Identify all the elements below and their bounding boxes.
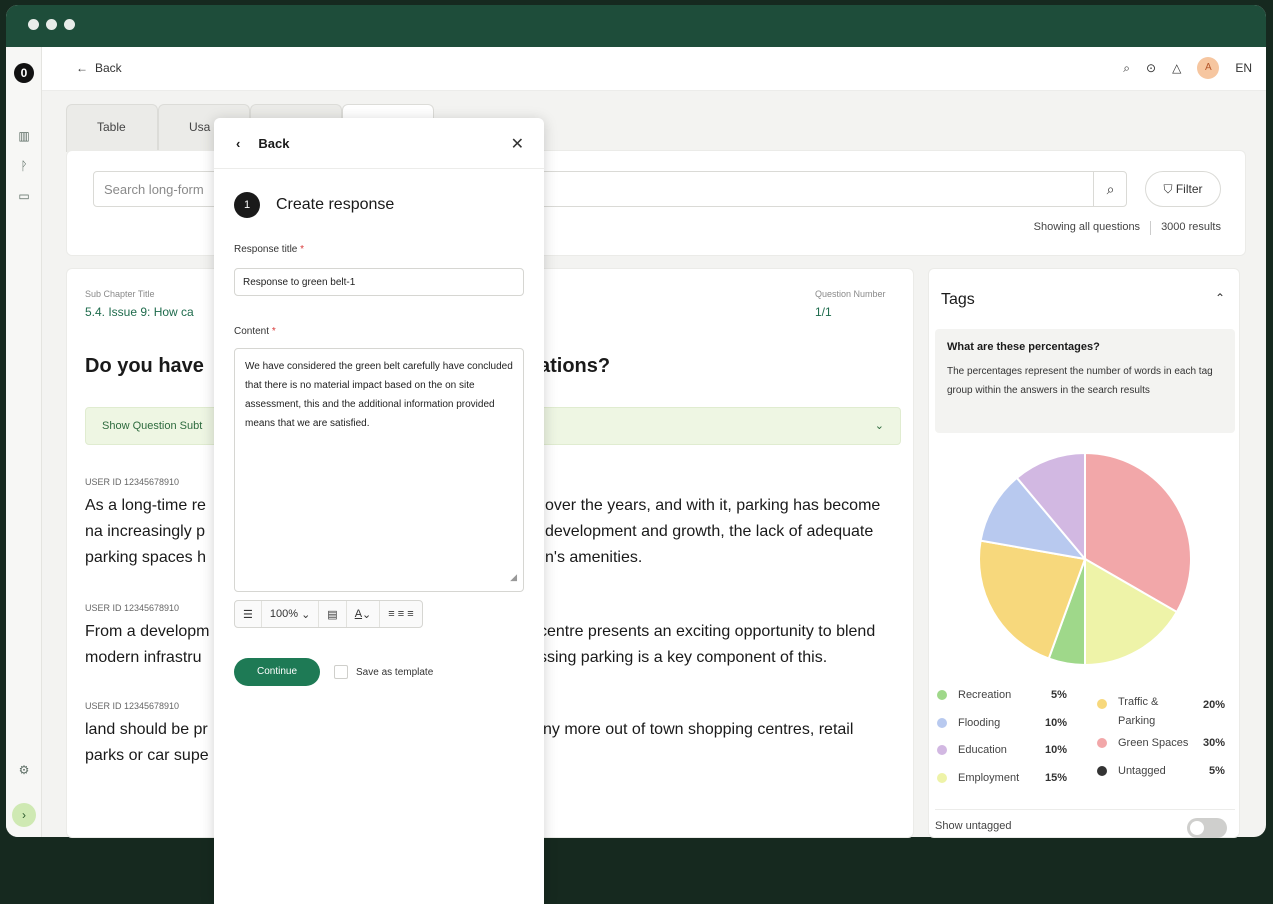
tags-panel: Tags ⌃ What are these percentages? The p… — [928, 268, 1240, 838]
question-heading: Do you have — [85, 355, 204, 377]
response-text-right: centre presents an exciting opportunity … — [539, 623, 876, 666]
language-selector[interactable]: EN — [1235, 61, 1252, 75]
response-text: As a long-time re na increasingly p park… — [85, 497, 206, 566]
save-template-checkbox[interactable] — [334, 665, 348, 679]
legend-employment-pct: 15% — [1045, 772, 1068, 784]
window-maximize-dot[interactable] — [64, 19, 75, 30]
response-text: From a developm modern infrastru — [85, 623, 210, 666]
legend-untagged-pct: 5% — [1209, 765, 1225, 777]
drawer-back-button[interactable]: ‹ Back — [236, 136, 289, 151]
response-user-id: USER ID 12345678910 — [85, 701, 180, 711]
text-format-toolbar: ☰ 100% ⌄ ▤ A ⌄ ≡ ≡ ≡ — [234, 600, 423, 628]
content-label: Content * — [234, 326, 276, 337]
help-icon[interactable]: ⊙ — [1146, 61, 1156, 75]
calendar-icon[interactable]: ▭ — [17, 189, 31, 203]
question-number-label: Question Number — [815, 289, 886, 299]
expand-rail-icon[interactable]: › — [12, 803, 36, 827]
title-bar — [6, 5, 1266, 47]
tab-table[interactable]: Table — [66, 104, 158, 152]
resize-handle-icon[interactable]: ◢ — [510, 568, 517, 587]
legend-traffic-parking: Traffic & Parking — [1097, 693, 1187, 731]
continue-button[interactable]: Continue — [234, 658, 320, 686]
percentages-info: What are these percentages? The percenta… — [935, 329, 1235, 433]
question-number: 1/1 — [815, 305, 832, 319]
legend-education-pct: 10% — [1045, 744, 1068, 756]
zoom-select[interactable]: 100% ⌄ — [262, 601, 320, 627]
results-summary: Showing all questions 3000 results — [1033, 221, 1221, 235]
avatar[interactable]: A — [1197, 57, 1220, 79]
content-textarea[interactable]: We have considered the green belt carefu… — [234, 348, 524, 592]
sub-chapter-title[interactable]: 5.4. Issue 9: How ca — [85, 305, 194, 319]
question-heading-end: ations? — [539, 355, 611, 377]
align-icons[interactable]: ≡ ≡ ≡ — [380, 601, 421, 627]
legend-untagged: Untagged — [1097, 765, 1166, 777]
tags-title: Tags — [941, 291, 975, 308]
legend-education: Education — [937, 744, 1007, 756]
legend-green-spaces: Green Spaces — [1097, 737, 1188, 749]
branch-icon[interactable]: ᚹ — [17, 159, 31, 173]
window-close-dot[interactable] — [28, 19, 39, 30]
list-icon[interactable]: ☰ — [235, 601, 262, 627]
step-title: Create response — [276, 196, 395, 213]
legend-flooding: Flooding — [937, 717, 1000, 729]
show-untagged-toggle[interactable] — [1187, 818, 1227, 838]
chevron-up-icon[interactable]: ⌃ — [1215, 291, 1225, 305]
legend-traffic-pct: 20% — [1203, 699, 1226, 711]
save-as-template[interactable]: Save as template — [334, 665, 433, 679]
step-number-badge: 1 — [234, 192, 260, 218]
filter-button[interactable]: ⛉ Filter — [1145, 171, 1221, 207]
legend-green-spaces-pct: 30% — [1203, 737, 1226, 749]
arrow-left-icon: ← — [76, 61, 88, 75]
show-untagged-row: Show untagged — [935, 809, 1235, 838]
app-logo-icon[interactable]: 0 — [14, 63, 34, 83]
window-minimize-dot[interactable] — [46, 19, 57, 30]
search-button-icon[interactable]: ⌕ — [1093, 171, 1127, 207]
close-icon[interactable]: ✕ — [511, 134, 524, 154]
chevron-left-icon: ‹ — [236, 136, 241, 151]
legend-employment: Employment — [937, 772, 1019, 784]
sub-chapter-label: Sub Chapter Title — [85, 289, 155, 299]
settings-icon[interactable]: ⚙ — [17, 763, 31, 777]
font-color-icon[interactable]: A ⌄ — [347, 601, 381, 627]
top-bar: ← Back ⌕ ⊙ △ A EN — [42, 47, 1266, 91]
response-text-right: ny more out of town shopping centres, re… — [543, 721, 854, 738]
chevron-down-icon: ⌄ — [874, 420, 884, 432]
map-icon[interactable]: ▥ — [17, 129, 31, 143]
left-rail: 0 ▥ ᚹ ▭ ⚙ › — [6, 47, 42, 837]
response-title-input[interactable]: Response to green belt-1 — [234, 268, 524, 296]
back-link[interactable]: ← Back — [76, 61, 122, 75]
response-user-id: USER ID 12345678910 — [85, 477, 180, 487]
filter-icon: ⛉ — [1163, 182, 1173, 196]
response-user-id: USER ID 12345678910 — [85, 603, 180, 613]
response-title-label: Response title * — [234, 244, 305, 255]
legend-recreation: Recreation — [937, 689, 1011, 701]
bell-icon[interactable]: △ — [1172, 61, 1181, 75]
create-response-drawer: ‹ Back ✕ 1 Create response Response titl… — [214, 118, 544, 904]
response-text: land should be pr parks or car supe — [85, 721, 209, 764]
legend-flooding-pct: 10% — [1045, 717, 1068, 729]
search-icon[interactable]: ⌕ — [1123, 61, 1130, 76]
document-icon[interactable]: ▤ — [319, 601, 347, 627]
legend-recreation-pct: 5% — [1051, 689, 1067, 701]
response-text-right: over the years, and with it, parking has… — [545, 497, 881, 566]
tags-pie-chart — [978, 451, 1192, 667]
